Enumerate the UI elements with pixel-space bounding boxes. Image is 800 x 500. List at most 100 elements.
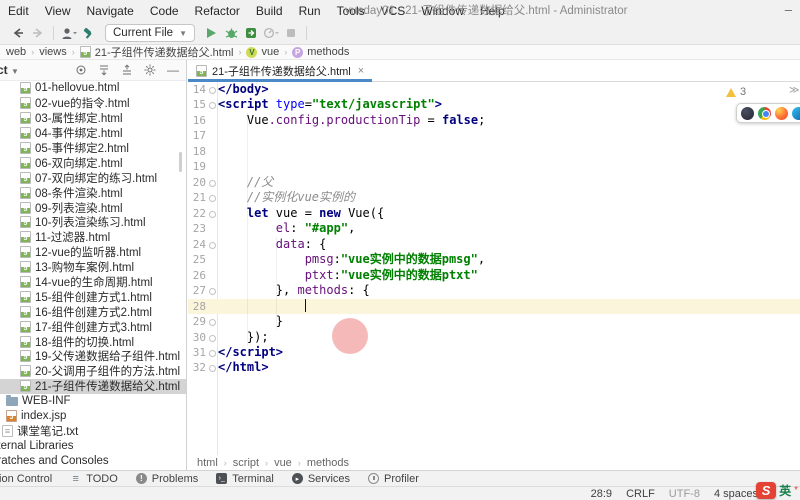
inspections-warning-badge[interactable]: 3 — [726, 86, 746, 98]
line-number[interactable]: 20 — [188, 175, 206, 190]
toolwindow-button-vc[interactable]: Version Control — [0, 473, 61, 485]
code-line[interactable]: 16 Vue.config.productionTip = false; — [188, 113, 800, 128]
tree-item[interactable]: 11-过滤器.html — [0, 230, 186, 245]
breadcrumb-segment[interactable]: Pmethods — [292, 46, 349, 58]
editor-breadcrumb-script[interactable]: script — [233, 457, 259, 469]
tree-item[interactable]: 17-组件创建方式3.html — [0, 319, 186, 334]
gear-icon[interactable] — [144, 64, 156, 76]
toolwindow-button-problems[interactable]: Problems — [127, 473, 207, 485]
profiler-run-icon[interactable] — [261, 24, 281, 42]
line-number[interactable]: 21 — [188, 190, 206, 205]
locate-file-icon[interactable] — [75, 64, 87, 76]
menu-item-refactor[interactable]: Refactor — [187, 0, 248, 22]
fold-marker[interactable] — [206, 175, 218, 190]
menu-item-code[interactable]: Code — [142, 0, 187, 22]
line-number[interactable]: 17 — [188, 128, 206, 143]
status-file-encoding[interactable]: UTF-8 — [669, 488, 700, 500]
code-line[interactable]: 20 //父 — [188, 175, 800, 190]
toolwindow-button-todo[interactable]: TODO — [61, 473, 127, 485]
menu-item-run[interactable]: Run — [291, 0, 329, 22]
tree-item[interactable]: 19-父传递数据给子组件.html — [0, 349, 186, 364]
status-caret-position[interactable]: 28:9 — [591, 488, 612, 500]
fold-marker[interactable] — [206, 330, 218, 345]
line-number[interactable]: 23 — [188, 221, 206, 236]
code-line[interactable]: 21 //实例化vue实例的 — [188, 190, 800, 205]
forward-icon[interactable] — [28, 24, 48, 42]
minimize-button[interactable]: – — [785, 0, 792, 20]
tree-item[interactable]: 15-组件创建方式1.html — [0, 289, 186, 304]
tree-item[interactable]: 10-列表渲染练习.html — [0, 215, 186, 230]
coverage-icon[interactable] — [241, 24, 261, 42]
line-number[interactable]: 16 — [188, 113, 206, 128]
tree-item[interactable]: 20-父调用子组件的方法.html — [0, 364, 186, 379]
code-line[interactable]: 26 ptxt:"vue实例中的数据ptxt" — [188, 268, 800, 283]
chrome-icon[interactable] — [758, 106, 771, 120]
breadcrumb-segment[interactable]: web — [6, 46, 26, 58]
editor-breadcrumb-html[interactable]: html — [197, 457, 218, 469]
line-number[interactable]: 14 — [188, 82, 206, 97]
tree-item[interactable]: 21-子组件传递数据给父.html — [0, 378, 186, 394]
line-number[interactable]: 25 — [188, 252, 206, 267]
tab-21-file[interactable]: 21-子组件传递数据给父.html × — [188, 60, 373, 82]
status-line-ending[interactable]: CRLF — [626, 488, 655, 500]
tree-item[interactable]: 12-vue的监听器.html — [0, 245, 186, 260]
ime-indicator[interactable]: S 英 * — [756, 482, 798, 499]
line-number[interactable]: 30 — [188, 330, 206, 345]
run-icon[interactable] — [201, 24, 221, 42]
toolwindow-button-profiler[interactable]: Profiler — [359, 473, 428, 485]
sogou-icon[interactable]: S — [756, 482, 777, 499]
tree-item[interactable]: WEB-INF — [0, 394, 186, 409]
close-icon[interactable]: × — [358, 65, 364, 77]
code-line[interactable]: 18 — [188, 144, 800, 159]
project-panel-title[interactable]: Project ▼ — [0, 63, 19, 77]
dark-browser-icon[interactable] — [741, 106, 754, 120]
tree-item[interactable]: 01-hellovue.html — [0, 81, 186, 96]
build-hammer-icon[interactable] — [79, 24, 99, 42]
line-number[interactable]: 27 — [188, 283, 206, 298]
back-icon[interactable] — [8, 24, 28, 42]
fold-marker[interactable] — [206, 237, 218, 252]
code-line[interactable]: 30}); — [188, 330, 800, 345]
tree-item[interactable]: 课堂笔记.txt — [0, 423, 186, 438]
toolwindow-button-services[interactable]: Services — [283, 473, 359, 485]
code-editor[interactable]: 14 </body> 15 <script type="text/javascript… — [188, 82, 800, 455]
code-line[interactable]: 27}, methods: { — [188, 283, 800, 298]
code-line[interactable]: 24 data: { — [188, 237, 800, 252]
menu-item-edit[interactable]: Edit — [0, 0, 37, 22]
firefox-icon[interactable] — [775, 106, 788, 120]
line-number[interactable]: 31 — [188, 345, 206, 360]
line-number[interactable]: 24 — [188, 237, 206, 252]
debug-icon[interactable] — [221, 24, 241, 42]
code-line[interactable]: 31 </script> — [188, 345, 800, 360]
tree-item[interactable]: 13-购物车案例.html — [0, 260, 186, 275]
line-number[interactable]: 26 — [188, 268, 206, 283]
fold-marker[interactable] — [206, 82, 218, 97]
status-indent-size[interactable]: 4 spaces — [714, 488, 758, 500]
tree-item[interactable]: 07-双向绑定的练习.html — [0, 170, 186, 185]
tree-item[interactable]: index.jsp — [0, 409, 186, 424]
line-number[interactable]: 32 — [188, 360, 206, 375]
fold-marker[interactable] — [206, 97, 218, 112]
editor-breadcrumb-vue[interactable]: vue — [274, 457, 292, 469]
tree-item[interactable]: 14-vue的生命周期.html — [0, 275, 186, 290]
fold-marker[interactable] — [206, 360, 218, 375]
collapse-all-icon[interactable] — [121, 64, 133, 76]
line-number[interactable]: 28 — [188, 299, 206, 314]
code-line[interactable]: 25 pmsg:"vue实例中的数据pmsg", — [188, 252, 800, 267]
toolwindow-button-terminal[interactable]: Terminal — [207, 473, 283, 485]
menu-item-view[interactable]: View — [37, 0, 79, 22]
inspection-widget-chevron-icon[interactable]: ≫ — [789, 85, 799, 96]
code-line[interactable]: 15 <script type="text/javascript"> — [188, 97, 800, 112]
fold-marker[interactable] — [206, 283, 218, 298]
breadcrumb-segment[interactable]: Vvue — [246, 46, 279, 58]
code-line[interactable]: 22 let vue = new Vue({ — [188, 206, 800, 221]
code-line[interactable]: 23 el: "#app", — [188, 221, 800, 236]
breadcrumb-segment[interactable]: 21-子组件传递数据给父.html — [79, 44, 233, 60]
expand-all-icon[interactable] — [98, 64, 110, 76]
tree-item[interactable]: 03-属性绑定.html — [0, 111, 186, 126]
code-line[interactable]: 14 </body> — [188, 82, 800, 97]
edge-icon[interactable] — [792, 106, 800, 120]
hide-panel-icon[interactable]: ― — [167, 64, 179, 76]
tree-item[interactable]: 05-事件绑定2.html — [0, 141, 186, 156]
user-dropdown-icon[interactable] — [59, 24, 79, 42]
